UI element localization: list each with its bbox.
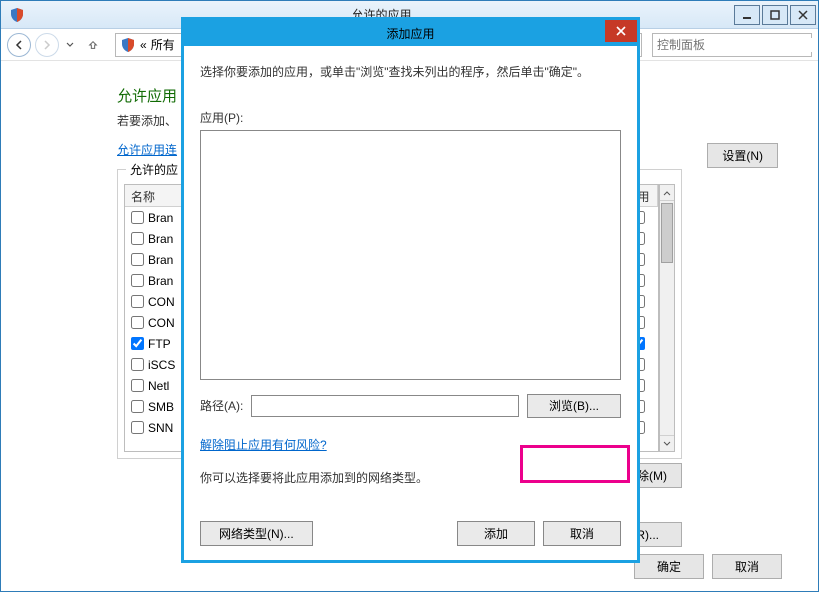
scroll-down-arrow[interactable] xyxy=(660,435,674,451)
row-label: iSCS xyxy=(148,358,175,372)
row-name-checkbox[interactable] xyxy=(131,274,144,287)
row-label: SMB xyxy=(148,400,174,414)
parent-bottom-buttons: 确定 取消 xyxy=(634,554,782,579)
row-name-checkbox[interactable] xyxy=(131,421,144,434)
scroll-track[interactable] xyxy=(660,201,674,435)
row-label: CON xyxy=(148,295,175,309)
dialog-title: 添加应用 xyxy=(386,25,434,42)
window-controls xyxy=(732,5,816,25)
row-label: Bran xyxy=(148,211,173,225)
row-name-checkbox[interactable] xyxy=(131,253,144,266)
nav-up-button[interactable] xyxy=(81,33,105,57)
path-input[interactable] xyxy=(251,395,519,417)
firewall-shield-icon xyxy=(9,7,25,23)
network-type-description: 你可以选择要将此应用添加到的网络类型。 xyxy=(200,469,621,486)
unblock-risk-link[interactable]: 解除阻止应用有何风险? xyxy=(200,436,327,453)
row-label: Bran xyxy=(148,232,173,246)
vertical-scrollbar[interactable] xyxy=(659,184,675,452)
row-label: SNN xyxy=(148,421,173,435)
row-name-checkbox[interactable] xyxy=(131,400,144,413)
apps-listbox[interactable] xyxy=(200,130,621,380)
minimize-button[interactable] xyxy=(734,5,760,25)
dialog-cancel-button[interactable]: 取消 xyxy=(543,521,621,546)
dialog-close-button[interactable] xyxy=(605,20,637,42)
row-name-checkbox[interactable] xyxy=(131,337,144,350)
row-label: FTP xyxy=(148,337,171,351)
parent-cancel-button[interactable]: 取消 xyxy=(712,554,782,579)
row-name-checkbox[interactable] xyxy=(131,379,144,392)
row-name-checkbox[interactable] xyxy=(131,358,144,371)
row-label: Bran xyxy=(148,274,173,288)
row-label: CON xyxy=(148,316,175,330)
change-settings-button[interactable]: 设置(N) xyxy=(707,143,778,168)
dialog-bottom-row: 网络类型(N)... 添加 取消 xyxy=(200,521,621,546)
maximize-button[interactable] xyxy=(762,5,788,25)
network-types-button[interactable]: 网络类型(N)... xyxy=(200,521,313,546)
search-input[interactable] xyxy=(657,38,812,52)
breadcrumb-text: 所有 xyxy=(151,36,175,53)
dialog-instruction: 选择你要添加的应用，或单击"浏览"查找未列出的程序，然后单击"确定"。 xyxy=(200,64,621,81)
row-name-checkbox[interactable] xyxy=(131,295,144,308)
row-name-checkbox[interactable] xyxy=(131,211,144,224)
browse-button[interactable]: 浏览(B)... xyxy=(527,394,621,418)
nav-back-button[interactable] xyxy=(7,33,31,57)
path-row: 路径(A): 浏览(B)... xyxy=(200,394,621,418)
path-label: 路径(A): xyxy=(200,397,243,414)
nav-history-dropdown[interactable] xyxy=(63,41,77,49)
dialog-titlebar: 添加应用 xyxy=(184,20,637,46)
nav-forward-button[interactable] xyxy=(35,33,59,57)
row-name-checkbox[interactable] xyxy=(131,232,144,245)
parent-ok-button[interactable]: 确定 xyxy=(634,554,704,579)
scroll-up-arrow[interactable] xyxy=(660,185,674,201)
row-name-checkbox[interactable] xyxy=(131,316,144,329)
scroll-thumb[interactable] xyxy=(661,203,673,263)
row-label: Netl xyxy=(148,379,169,393)
close-button[interactable] xyxy=(790,5,816,25)
row-label: Bran xyxy=(148,253,173,267)
search-box[interactable] xyxy=(652,33,812,57)
breadcrumb-shield-icon xyxy=(120,37,136,53)
groupbox-title: 允许的应 xyxy=(126,161,182,178)
add-app-dialog: 添加应用 选择你要添加的应用，或单击"浏览"查找未列出的程序，然后单击"确定"。… xyxy=(181,17,640,563)
allow-apps-link[interactable]: 允许应用连 xyxy=(117,141,177,158)
apps-list-label: 应用(P): xyxy=(200,109,621,126)
add-button[interactable]: 添加 xyxy=(457,521,535,546)
dialog-body: 选择你要添加的应用，或单击"浏览"查找未列出的程序，然后单击"确定"。 应用(P… xyxy=(184,46,637,560)
breadcrumb-prefix: « xyxy=(140,38,147,52)
